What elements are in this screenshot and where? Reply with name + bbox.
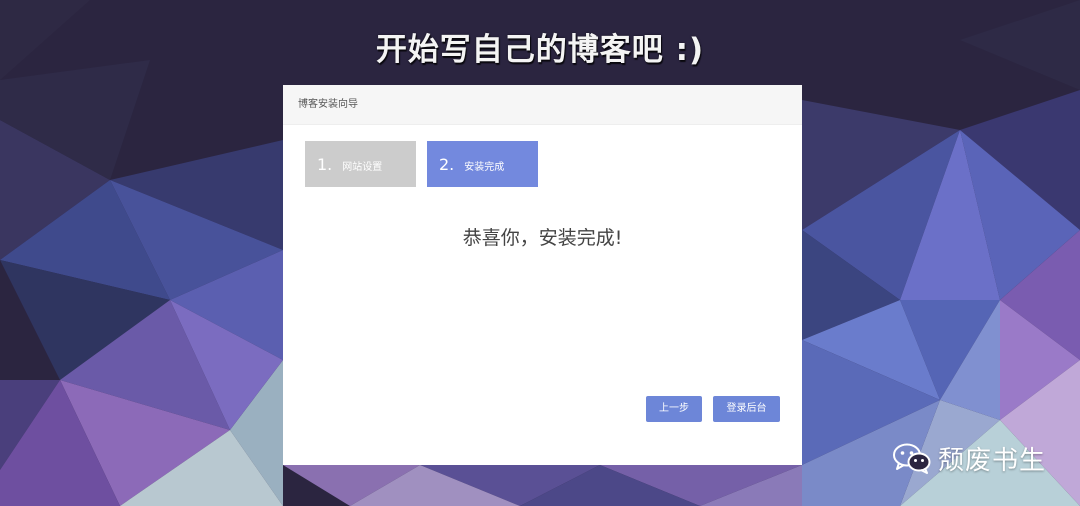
admin-login-button[interactable]: 登录后台 — [713, 396, 780, 422]
step-site-settings[interactable]: 1. 网站设置 — [305, 141, 416, 187]
page-headline: 开始写自己的博客吧 :) — [375, 32, 705, 68]
watermark-text: 颓废书生 — [938, 445, 1047, 476]
panel-title: 博客安装向导 — [283, 85, 802, 125]
step-number: 2. — [439, 154, 455, 174]
step-label: 安装完成 — [464, 162, 505, 173]
step-number: 1. — [317, 154, 333, 174]
success-message: 恭喜你，安装完成! — [462, 227, 623, 249]
wechat-icon — [893, 443, 931, 474]
step-install-complete[interactable]: 2. 安装完成 — [427, 141, 538, 187]
wechat-watermark: 颓废书生 — [892, 440, 1046, 476]
step-label: 网站设置 — [342, 162, 383, 173]
previous-step-button[interactable]: 上一步 — [646, 396, 702, 422]
install-wizard-panel: 博客安装向导 1. 网站设置 2. 安装完成 恭喜你，安装完成! 上一步 登录后… — [283, 85, 802, 465]
